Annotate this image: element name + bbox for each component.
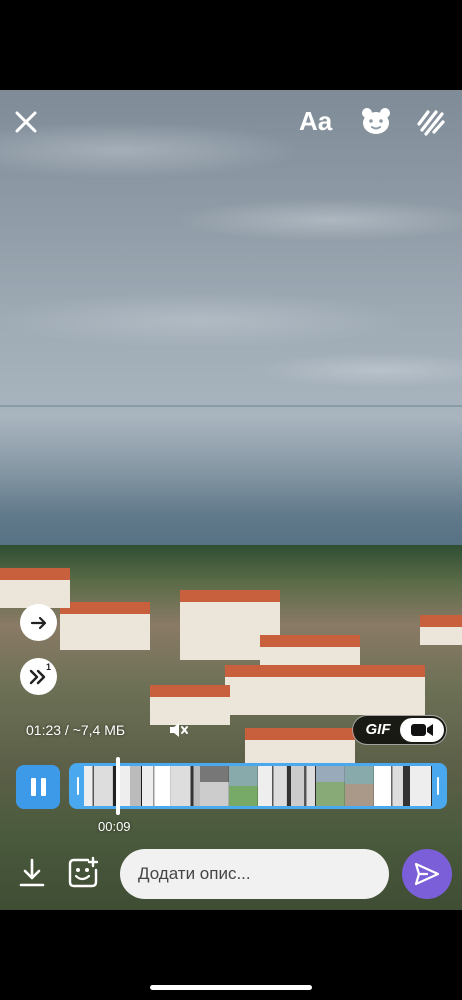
trim-grip — [437, 777, 439, 795]
frame-thumbnail — [374, 766, 403, 806]
frame-thumbnail — [258, 766, 287, 806]
draw-button[interactable] — [414, 104, 448, 138]
villa — [150, 685, 230, 725]
send-icon — [414, 862, 440, 886]
pause-icon — [30, 778, 36, 796]
frame-thumbnail — [345, 766, 374, 806]
frame-strip — [84, 766, 432, 806]
close-icon — [15, 111, 37, 133]
villa — [225, 665, 425, 715]
arrow-right-icon — [30, 616, 46, 629]
download-icon — [19, 858, 45, 887]
text-tool-button[interactable]: Aa — [299, 106, 332, 137]
close-button[interactable] — [12, 108, 40, 136]
trim-handle-left[interactable] — [72, 766, 84, 806]
bear-sticker-icon — [362, 108, 390, 134]
scribble-draw-icon — [417, 110, 445, 136]
mute-button[interactable] — [168, 720, 190, 740]
add-sticker-icon — [68, 856, 99, 888]
frame-thumbnail — [142, 766, 171, 806]
current-time-label: 00:09 — [98, 819, 131, 834]
horizon-line — [0, 405, 462, 407]
video-camera-icon — [411, 724, 433, 736]
trim-grip — [77, 777, 79, 795]
villa — [0, 568, 70, 608]
forward-button[interactable] — [20, 604, 57, 641]
villa — [245, 728, 355, 763]
home-indicator — [150, 985, 312, 990]
add-sticker-button[interactable] — [66, 856, 100, 890]
frame-thumbnail — [171, 766, 200, 806]
playback-speed-button[interactable]: 1 — [20, 658, 57, 695]
sticker-button[interactable] — [359, 104, 393, 138]
send-button[interactable] — [402, 849, 452, 899]
frame-thumbnail — [229, 766, 258, 806]
pause-button[interactable] — [16, 765, 60, 809]
frame-thumbnail — [316, 766, 345, 806]
speaker-mute-icon — [170, 723, 188, 737]
download-button[interactable] — [16, 856, 48, 890]
duration-size-label: 01:23 / ~7,4 МБ — [26, 722, 126, 738]
frame-thumbnail — [403, 766, 432, 806]
video-trimmer[interactable] — [69, 763, 447, 809]
playhead[interactable] — [116, 757, 120, 815]
story-editor-screen: Aa 1 01:23 / ~7,4 МБ GIF 00:09 Додати оп… — [0, 0, 462, 1000]
frame-thumbnail — [200, 766, 229, 806]
frame-thumbnail — [287, 766, 316, 806]
villa — [60, 602, 150, 650]
video-option[interactable] — [400, 718, 444, 742]
gif-option[interactable]: GIF — [353, 716, 403, 744]
trim-handle-right[interactable] — [432, 766, 444, 806]
frame-thumbnail — [84, 766, 113, 806]
caption-input[interactable]: Додати опис... — [120, 849, 389, 899]
speed-superscript: 1 — [45, 662, 51, 672]
gif-video-toggle[interactable]: GIF — [352, 715, 447, 745]
villa — [420, 615, 462, 645]
pause-icon-bar — [40, 778, 46, 796]
